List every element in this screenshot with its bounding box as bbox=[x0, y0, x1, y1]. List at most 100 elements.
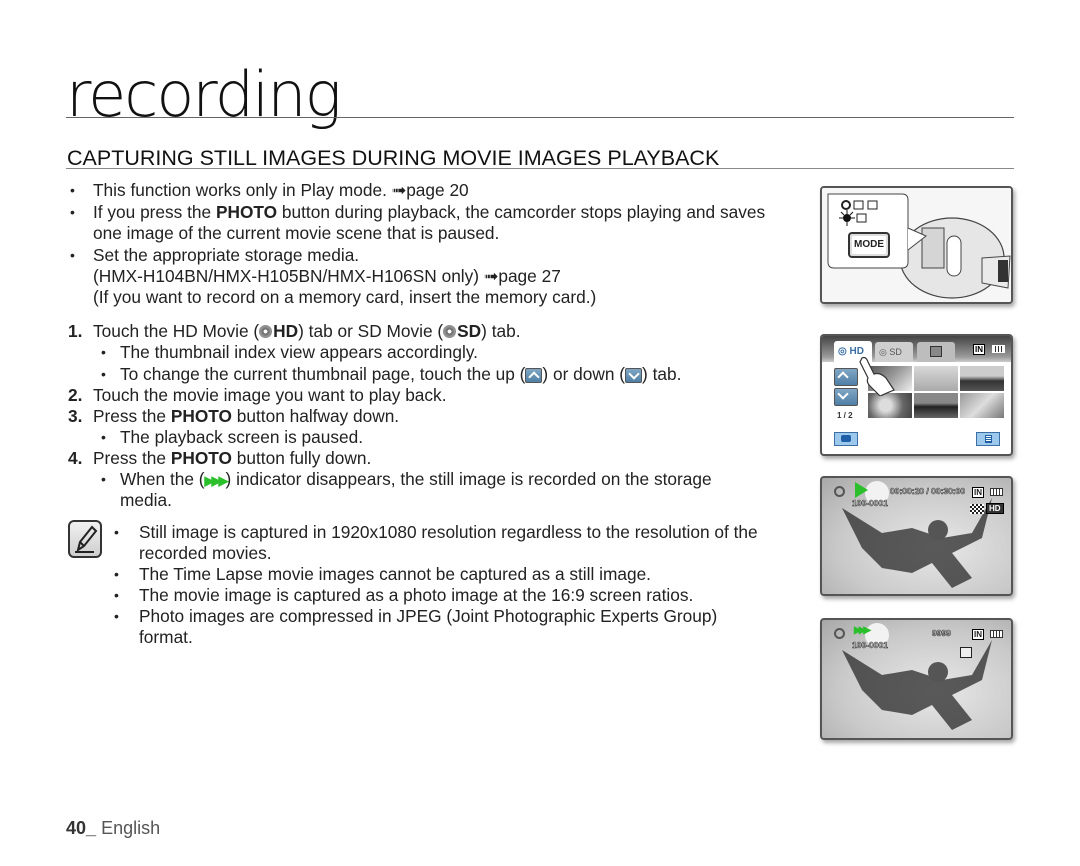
bullet-dot: • bbox=[114, 608, 119, 624]
up-arrow-icon bbox=[525, 368, 543, 383]
intro-bullet-3-note: (If you want to record on a memory card,… bbox=[93, 287, 597, 307]
page-indicator: 1 / 2 bbox=[837, 411, 853, 420]
thumbnail[interactable] bbox=[914, 366, 958, 391]
note-4: Photo images are compressed in JPEG (Joi… bbox=[139, 606, 718, 626]
intro-bullet-1: This function works only in Play mode. ➟… bbox=[93, 180, 469, 201]
text: Press the bbox=[93, 448, 171, 468]
camera-icon bbox=[841, 435, 851, 442]
note-1: Still image is captured in 1920x1080 res… bbox=[139, 522, 758, 542]
page-number: 40_ bbox=[66, 818, 97, 838]
bullet-dot: • bbox=[114, 566, 119, 582]
step-1: Touch the HD Movie (HD) tab or SD Movie … bbox=[93, 321, 521, 342]
step-number: 2. bbox=[68, 385, 83, 405]
text: ) tab or SD Movie ( bbox=[298, 321, 444, 341]
text: This function works only in Play mode. bbox=[93, 180, 392, 200]
photo-button-label: PHOTO bbox=[215, 202, 278, 222]
text: ) or down ( bbox=[542, 364, 626, 384]
bullet-dot: • bbox=[101, 344, 106, 360]
bullet-dot: • bbox=[114, 587, 119, 603]
step-2: Touch the movie image you want to play b… bbox=[93, 385, 447, 405]
playback-screen: 00:00:20 / 00:30:00 100-0001 IN HD bbox=[820, 476, 1013, 596]
down-arrow-icon bbox=[625, 368, 643, 383]
note-pencil-icon bbox=[68, 520, 102, 558]
bullet-dot: • bbox=[70, 204, 75, 220]
step-1-sub-2: To change the current thumbnail page, to… bbox=[120, 364, 681, 385]
battery-icon bbox=[992, 345, 1005, 353]
capture-indicator-icon: ▶▶▶ bbox=[204, 473, 229, 488]
bullet-dot: • bbox=[70, 247, 75, 263]
page-ref-link[interactable]: ➟page 20 bbox=[392, 180, 469, 200]
note-3: The movie image is captured as a photo i… bbox=[139, 585, 694, 605]
storage-internal-icon: IN bbox=[973, 344, 985, 355]
intro-bullet-2: If you press the PHOTO button during pla… bbox=[93, 202, 765, 223]
text: Press the bbox=[93, 406, 171, 426]
text: ) tab. bbox=[481, 321, 521, 341]
photo-tab-icon bbox=[930, 346, 942, 357]
menu-icon bbox=[984, 435, 992, 443]
page-footer: 40_ English bbox=[66, 818, 160, 839]
text: (HMX-H104BN/HMX-H105BN/HMX-H106SN only) bbox=[93, 266, 484, 286]
tab-photo[interactable] bbox=[917, 342, 955, 362]
photo-button-label: PHOTO bbox=[170, 406, 232, 426]
camcorder-mode-illustration: MODE bbox=[820, 186, 1013, 304]
hd-resolution-icon: HD bbox=[986, 503, 1004, 514]
photo-button-label: PHOTO bbox=[170, 448, 232, 468]
step-number: 3. bbox=[68, 406, 83, 426]
section-rule bbox=[66, 168, 1014, 169]
step-number: 4. bbox=[68, 448, 83, 468]
mode-button: MODE bbox=[848, 232, 890, 258]
camera-mode-button[interactable] bbox=[834, 432, 858, 446]
text: ) tab. bbox=[642, 364, 682, 384]
hd-movie-icon: HD bbox=[259, 321, 298, 341]
bullet-dot: • bbox=[101, 429, 106, 445]
touch-hand-icon bbox=[859, 356, 895, 396]
page-ref-link[interactable]: ➟page 27 bbox=[484, 266, 561, 286]
menu-button[interactable] bbox=[976, 432, 1000, 446]
thumbnail[interactable] bbox=[868, 393, 912, 418]
page-up-button[interactable] bbox=[834, 368, 858, 386]
storage-internal-icon: IN bbox=[972, 629, 984, 640]
page-down-button[interactable] bbox=[834, 388, 858, 406]
quality-icon bbox=[970, 504, 984, 514]
step-3: Press the PHOTO button halfway down. bbox=[93, 406, 399, 427]
sd-movie-icon: SD bbox=[443, 321, 481, 341]
storage-internal-icon: IN bbox=[972, 487, 984, 498]
step-number: 1. bbox=[68, 321, 83, 341]
capture-photo bbox=[842, 623, 992, 730]
photo-resolution-icon bbox=[960, 647, 972, 658]
text: ) indicator disappears, the still image … bbox=[225, 469, 712, 489]
bullet-dot: • bbox=[70, 182, 75, 198]
thumbnail[interactable] bbox=[914, 393, 958, 418]
hd-movie-icon bbox=[834, 486, 845, 497]
text: button during playback, the camcorder st… bbox=[277, 202, 766, 222]
thumbnail[interactable] bbox=[960, 393, 1004, 418]
playback-time: 00:00:20 / 00:30:00 bbox=[890, 486, 966, 497]
bullet-dot: • bbox=[114, 524, 119, 540]
step-4: Press the PHOTO button fully down. bbox=[93, 448, 371, 469]
file-number: 100-0001 bbox=[852, 640, 889, 651]
text: When the ( bbox=[120, 469, 205, 489]
text: If you press the bbox=[93, 202, 216, 222]
capture-screen: ▶▶▶ 100-0001 9999 IN bbox=[820, 618, 1013, 740]
bullet-dot: • bbox=[101, 366, 106, 382]
intro-bullet-2-cont: one image of the current movie scene tha… bbox=[93, 223, 500, 243]
thumbnail[interactable] bbox=[960, 366, 1004, 391]
play-icon bbox=[855, 482, 868, 498]
text: button fully down. bbox=[231, 448, 372, 468]
note-2: The Time Lapse movie images cannot be ca… bbox=[139, 564, 651, 584]
thumbnail-index-screen: ◎ HD ◎ SD IN 1 / 2 bbox=[820, 334, 1013, 456]
language-label: English bbox=[101, 818, 161, 838]
sd-label: SD bbox=[457, 321, 482, 341]
hd-movie-icon bbox=[834, 628, 845, 639]
note-4-cont: format. bbox=[139, 627, 193, 647]
text: button halfway down. bbox=[231, 406, 400, 426]
battery-icon bbox=[990, 488, 1003, 496]
file-number: 100-0001 bbox=[852, 498, 889, 509]
capture-indicator-icon: ▶▶▶ bbox=[854, 625, 871, 636]
text: Touch the HD Movie ( bbox=[93, 321, 260, 341]
bullet-dot: • bbox=[101, 471, 106, 487]
intro-bullet-3: Set the appropriate storage media. bbox=[93, 245, 360, 265]
note-1-cont: recorded movies. bbox=[139, 543, 272, 563]
chapter-rule bbox=[66, 117, 1014, 118]
step-4-sub-1: When the (▶▶▶) indicator disappears, the… bbox=[120, 469, 712, 491]
